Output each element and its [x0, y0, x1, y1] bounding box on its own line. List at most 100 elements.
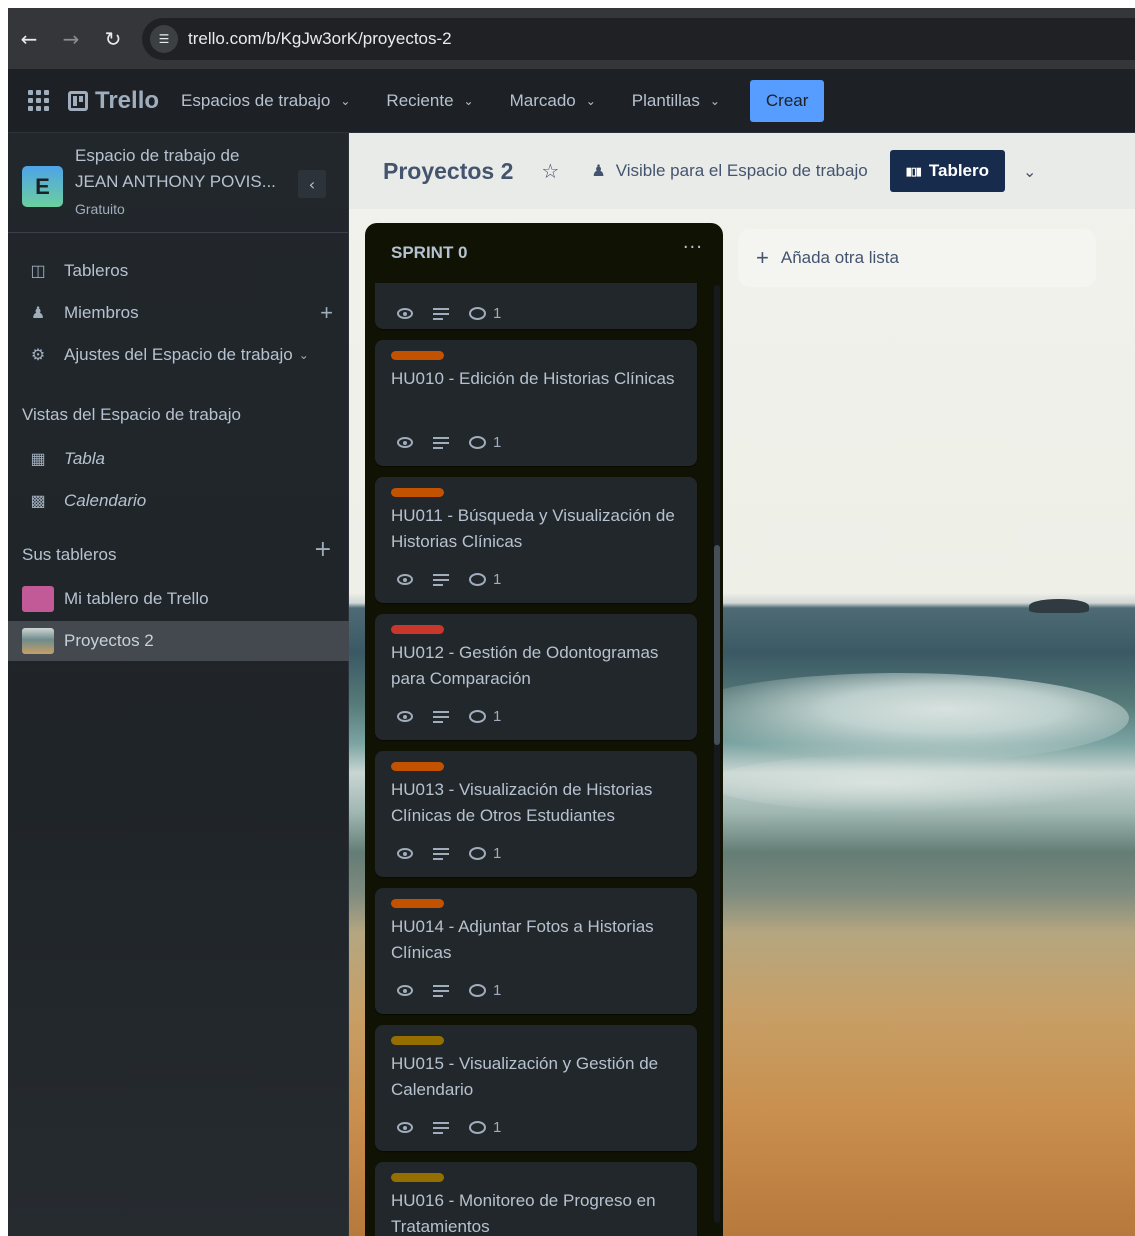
add-board-icon[interactable]: +	[314, 537, 332, 562]
card[interactable]: HU010 - Edición de Historias Clínicas 1	[375, 340, 697, 466]
card[interactable]: HU015 - Visualización y Gestión de Calen…	[375, 1025, 697, 1151]
sidebar-item-settings[interactable]: ⚙ Ajustes del Espacio de trabajo ⌄	[8, 335, 349, 375]
people-icon: ♟	[591, 163, 606, 180]
visibility-button[interactable]: ♟ Visible para el Espacio de trabajo	[591, 161, 867, 181]
workspace-plan: Gratuito	[75, 201, 125, 217]
board-thumbnail	[22, 628, 54, 654]
comment-count: 1	[493, 434, 502, 451]
comment-icon	[469, 984, 486, 997]
chevron-down-icon: ⌄	[463, 93, 474, 108]
comment-count: 1	[493, 982, 502, 999]
card-label[interactable]	[391, 351, 444, 360]
site-settings-icon[interactable]: ☰	[150, 24, 178, 53]
nav-starred-label: Marcado	[509, 90, 576, 110]
card-badges: 1	[397, 571, 501, 588]
sidebar-item-boards[interactable]: ◫ Tableros	[8, 251, 349, 291]
board-title[interactable]: Proyectos 2	[383, 158, 513, 185]
sidebar-item-calendar[interactable]: ▩ Calendario	[8, 481, 349, 521]
plus-icon: +	[756, 245, 769, 270]
comment-count: 1	[493, 571, 502, 588]
description-icon	[433, 573, 449, 586]
description-icon	[433, 984, 449, 997]
comment-icon	[469, 1121, 486, 1134]
board-icon: ◫	[30, 263, 46, 280]
sidebar-board-proyectos-2[interactable]: Proyectos 2	[8, 621, 349, 661]
list-title[interactable]: SPRINT 0	[391, 243, 468, 263]
sidebar-item-label: Mi tablero de Trello	[64, 589, 209, 608]
description-icon	[433, 847, 449, 860]
board-header: Proyectos 2 ☆ ♟ Visible para el Espacio …	[349, 133, 1135, 209]
sidebar: E Espacio de trabajo de JEAN ANTHONY POV…	[8, 133, 349, 1236]
scrollbar-thumb[interactable]	[714, 545, 720, 745]
card-label[interactable]	[391, 488, 444, 497]
list-scrollbar[interactable]	[714, 285, 720, 1223]
card-container: 1 HU010 - Edición de Historias Clínicas 1 H…	[375, 283, 713, 1236]
card-label[interactable]	[391, 1036, 444, 1045]
chevron-down-icon: ⌄	[340, 93, 351, 108]
card[interactable]: HU011 - Búsqueda y Visualización de Hist…	[375, 477, 697, 603]
card-label[interactable]	[391, 762, 444, 771]
eye-icon	[397, 437, 413, 448]
card[interactable]: HU016 - Monitoreo de Progreso en Tratami…	[375, 1162, 697, 1236]
sidebar-item-label: Calendario	[64, 491, 147, 510]
collapse-sidebar-button[interactable]: ‹	[298, 170, 326, 198]
board-canvas: Proyectos 2 ☆ ♟ Visible para el Espacio …	[349, 133, 1135, 1236]
card-badges: 1	[397, 434, 501, 451]
card[interactable]: HU014 - Adjuntar Fotos a Historias Clíni…	[375, 888, 697, 1014]
comment-icon	[469, 573, 486, 586]
card[interactable]: 1	[375, 283, 697, 329]
background-wave	[669, 673, 1129, 763]
add-member-icon[interactable]: +	[320, 300, 333, 326]
create-button[interactable]: Crear	[749, 79, 825, 122]
background-rock	[1029, 599, 1089, 613]
trello-logo[interactable]: Trello	[68, 87, 159, 115]
card-title: HU014 - Adjuntar Fotos a Historias Clíni…	[391, 917, 654, 962]
star-icon[interactable]: ☆	[541, 159, 559, 183]
eye-icon	[397, 848, 413, 859]
card-title: HU015 - Visualización y Gestión de Calen…	[391, 1054, 659, 1099]
description-icon	[433, 710, 449, 723]
card[interactable]: HU013 - Visualización de Historias Clíni…	[375, 751, 697, 877]
logo-text: Trello	[95, 86, 160, 114]
app-switcher-icon[interactable]	[24, 87, 52, 115]
forward-icon[interactable]: →	[50, 18, 92, 60]
nav-recent-label: Reciente	[386, 90, 454, 110]
nav-recent[interactable]: Reciente ⌄	[386, 91, 473, 111]
chevron-down-icon: ⌄	[709, 93, 720, 108]
browser-window: ← → ↻ ☰ trello.com/b/KgJw3orK/proyectos-…	[8, 8, 1135, 1236]
person-icon: ♟	[30, 305, 46, 322]
sidebar-item-members[interactable]: ♟ Miembros +	[8, 293, 349, 333]
card-title: HU016 - Monitoreo de Progreso en Tratami…	[391, 1191, 656, 1236]
list-menu-icon[interactable]: ···	[683, 237, 703, 258]
card-label[interactable]	[391, 1173, 444, 1182]
table-icon: ▦	[30, 451, 46, 468]
workspace-avatar: E	[22, 166, 63, 207]
card-badges: 1	[397, 845, 501, 862]
comment-count: 1	[493, 708, 502, 725]
workspace-name-line1: Espacio de trabajo de	[75, 146, 240, 165]
card-label[interactable]	[391, 625, 444, 634]
add-list-label: Añada otra lista	[780, 248, 899, 267]
trello-logo-icon	[68, 90, 88, 111]
nav-workspaces[interactable]: Espacios de trabajo ⌄	[181, 91, 350, 111]
nav-templates[interactable]: Plantillas ⌄	[632, 91, 720, 111]
eye-icon	[397, 574, 413, 585]
chevron-down-icon[interactable]: ⌄	[1023, 162, 1036, 181]
address-bar[interactable]: ☰ trello.com/b/KgJw3orK/proyectos-2	[142, 17, 1135, 60]
background-wave	[709, 753, 1129, 813]
chevron-left-icon: ‹	[308, 174, 316, 194]
nav-starred[interactable]: Marcado ⌄	[510, 91, 596, 111]
reload-icon[interactable]: ↻	[92, 18, 134, 60]
add-list-button[interactable]: + Añada otra lista	[738, 229, 1096, 287]
your-boards-heading: Sus tableros	[22, 545, 117, 564]
views-heading: Vistas del Espacio de trabajo	[22, 405, 241, 424]
back-icon[interactable]: ←	[8, 18, 50, 60]
card[interactable]: HU012 - Gestión de Odontogramas para Com…	[375, 614, 697, 740]
board-color-swatch	[22, 586, 54, 612]
sidebar-board-mi-tablero[interactable]: Mi tablero de Trello	[8, 579, 349, 619]
card-label[interactable]	[391, 899, 444, 908]
sidebar-item-table[interactable]: ▦ Tabla	[8, 439, 349, 479]
board-view-button[interactable]: ▮▯▮ Tablero	[889, 150, 1006, 192]
card-title: HU012 - Gestión de Odontogramas para Com…	[391, 643, 659, 688]
description-icon	[433, 436, 449, 449]
